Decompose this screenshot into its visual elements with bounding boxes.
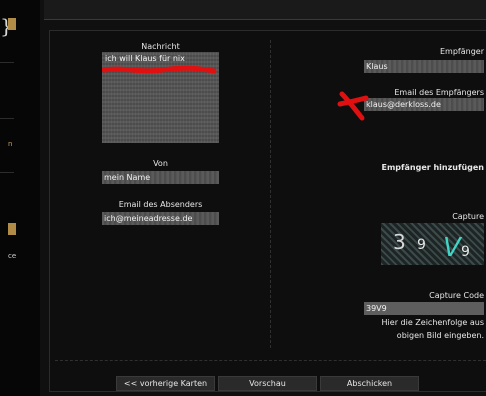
submit-button[interactable]: Abschicken	[320, 376, 419, 391]
previous-cards-button[interactable]: << vorherige Karten	[116, 376, 215, 391]
captcha-char: V	[443, 233, 463, 263]
recipient-email-label: Email des Empfängers	[394, 88, 484, 97]
from-input[interactable]: mein Name	[102, 171, 219, 184]
preview-button[interactable]: Vorschau	[218, 376, 317, 391]
recipient-name-input[interactable]: Klaus	[364, 60, 484, 73]
sidebar-divider	[0, 118, 14, 119]
top-bar	[44, 0, 486, 20]
sidebar-text-fragment[interactable]: ce	[8, 252, 16, 260]
from-label: Von	[153, 159, 168, 168]
sidebar-tab-marker	[8, 223, 16, 235]
footer-divider	[55, 360, 486, 361]
captcha-char: 9	[461, 244, 470, 260]
sidebar-divider	[0, 172, 14, 173]
add-recipient-link[interactable]: Empfänger hinzufügen	[330, 163, 485, 172]
recipient-email-input[interactable]: klaus@derkloss.de	[364, 98, 484, 111]
left-sidebar-strip: } n ce	[0, 0, 40, 396]
captcha-char: 9	[417, 237, 426, 253]
recipient-label: Empfänger	[439, 47, 484, 56]
captcha-hint-line-2: obigen Bild eingeben.	[396, 331, 484, 340]
captcha-code-label: Capture Code	[429, 291, 484, 300]
captcha-char: 3	[393, 230, 406, 254]
sidebar-tab-marker	[8, 18, 16, 30]
sender-email-input[interactable]: ich@meineadresse.de	[102, 212, 219, 225]
captcha-label: Capture	[452, 212, 484, 221]
captcha-code-input[interactable]: 39V9	[364, 302, 484, 315]
sidebar-divider	[0, 62, 14, 63]
column-divider	[270, 40, 271, 348]
sidebar-text-fragment[interactable]: n	[8, 140, 12, 148]
captcha-hint-line-1: Hier die Zeichenfolge aus	[381, 318, 484, 327]
captcha-image: 3 9 V 9	[381, 223, 484, 265]
sender-email-label: Email des Absenders	[118, 200, 203, 209]
message-textarea[interactable]: ich will Klaus für nix	[102, 52, 219, 143]
message-label: Nachricht	[141, 42, 180, 51]
